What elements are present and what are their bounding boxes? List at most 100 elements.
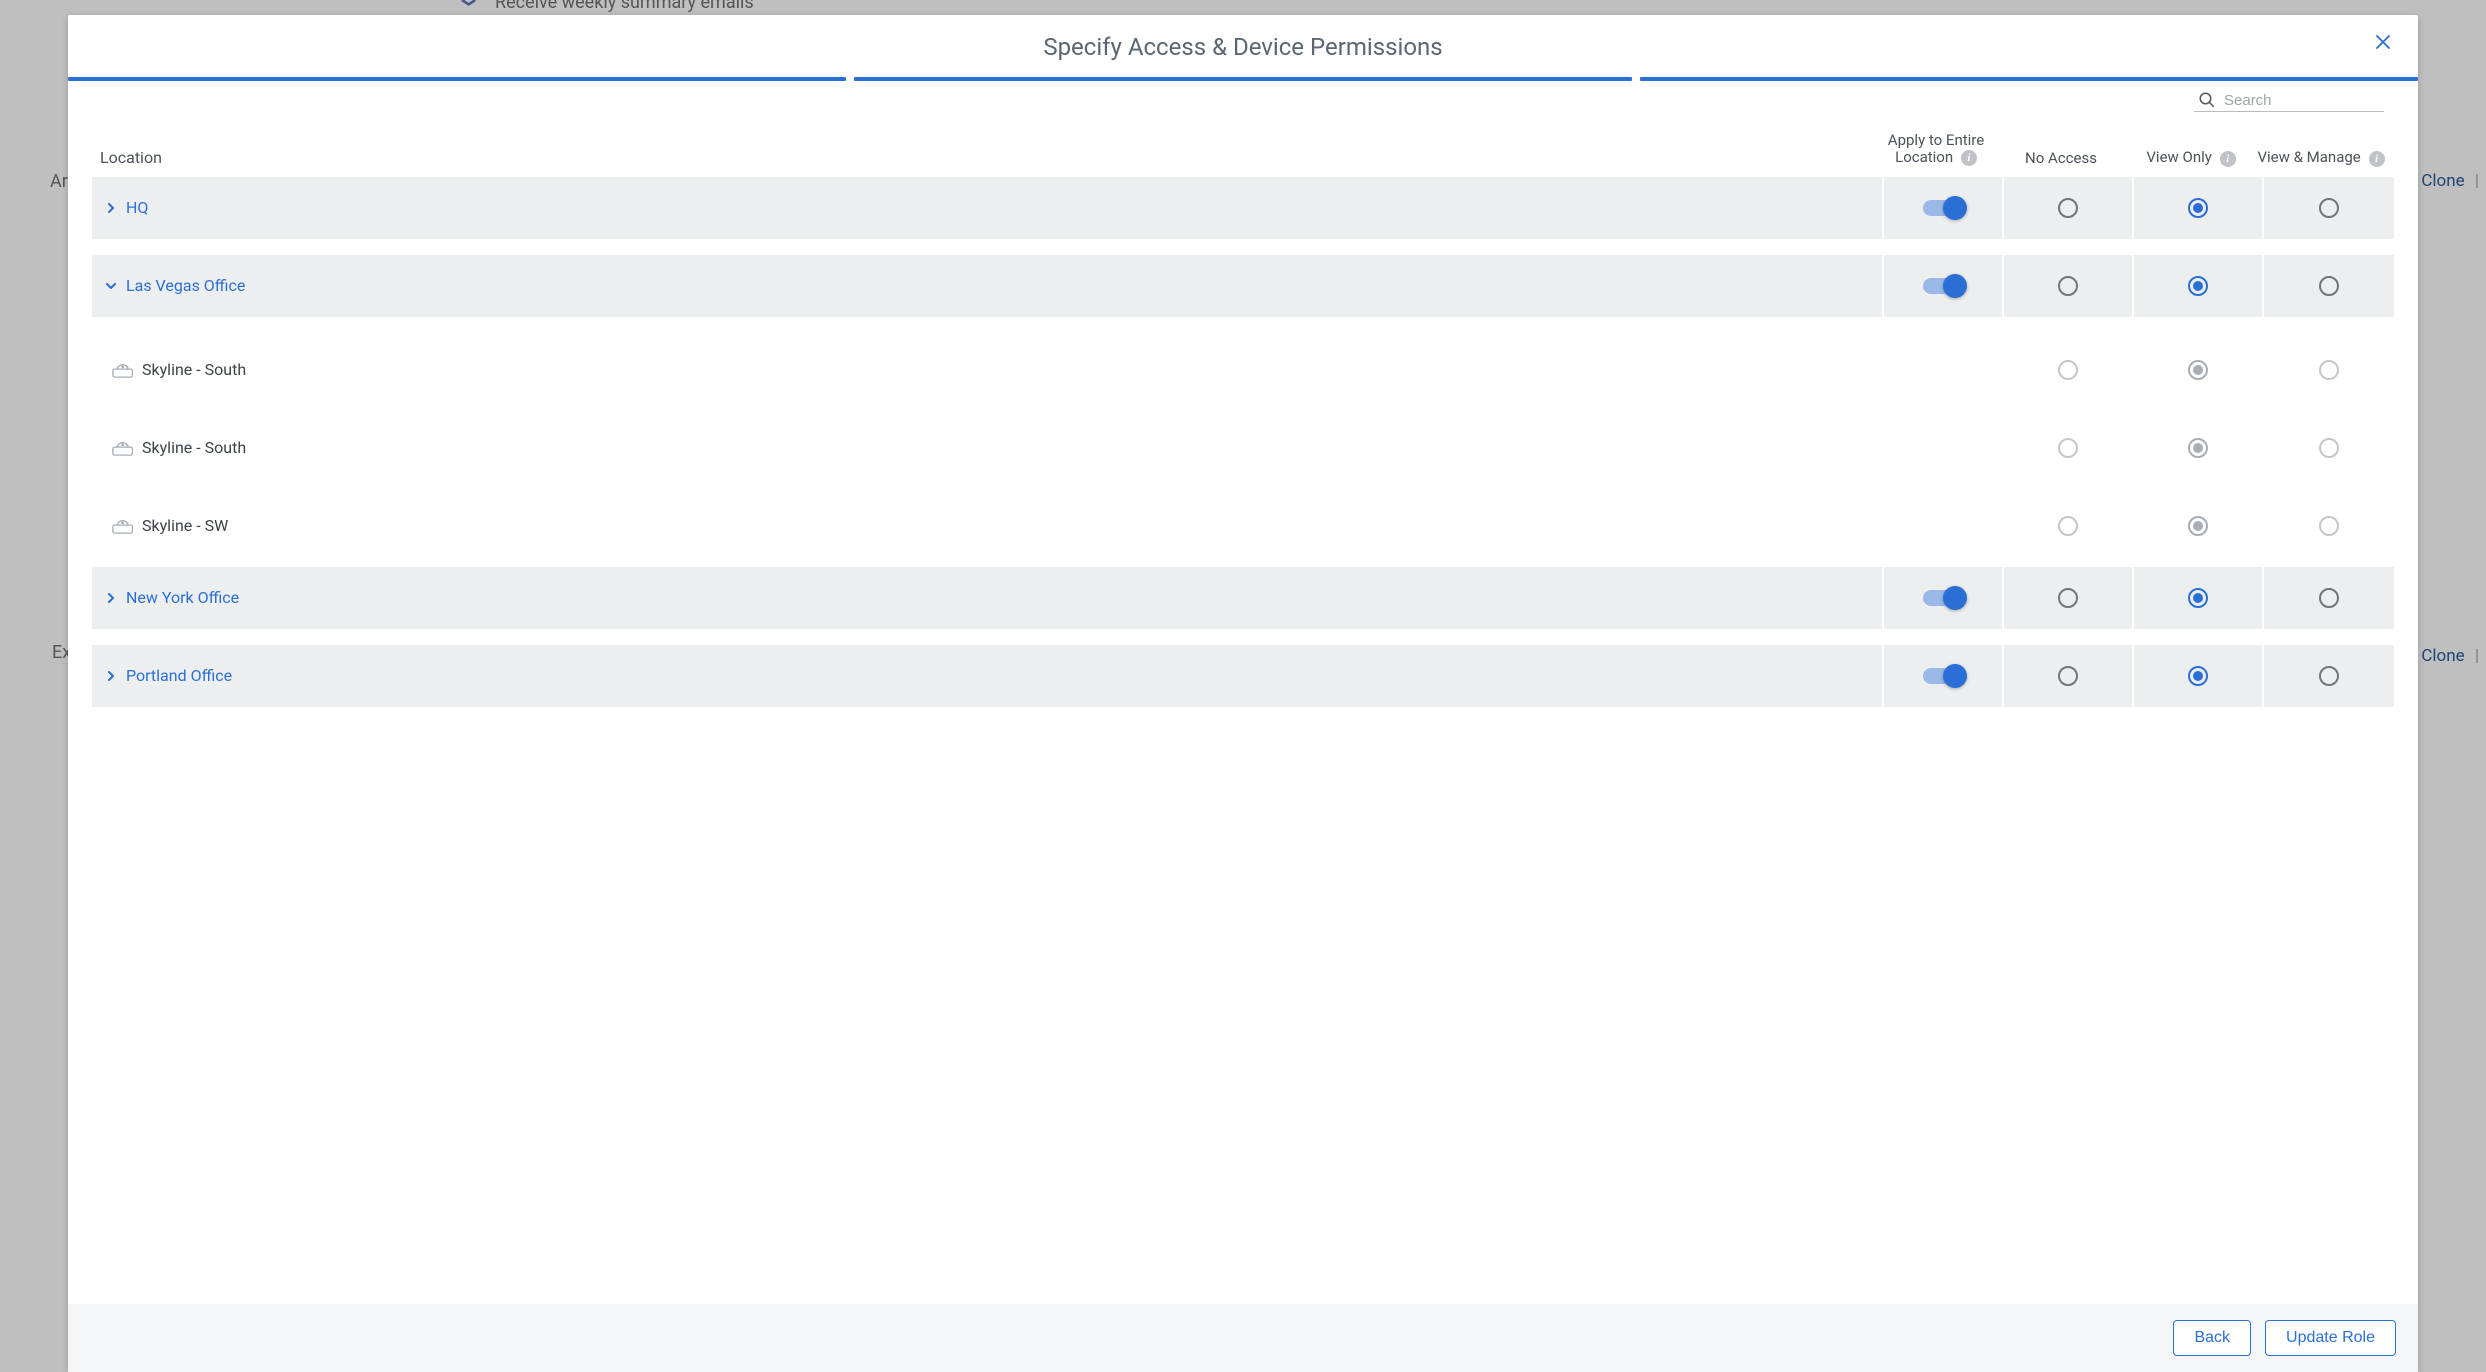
- no-access-radio: [2058, 360, 2078, 380]
- device-row: Skyline - South: [92, 333, 2394, 407]
- location-label[interactable]: HQ: [126, 198, 148, 217]
- row-main-cell: HQ: [92, 177, 1884, 239]
- view-only-cell: [2134, 333, 2264, 407]
- apply-entire-cell: [1884, 177, 2004, 239]
- view-only-radio: [2188, 360, 2208, 380]
- search-icon: [2198, 91, 2216, 109]
- progress-bar: [68, 63, 2418, 85]
- chevron-down-icon[interactable]: [104, 279, 118, 293]
- view-only-cell: [2134, 567, 2264, 629]
- apply-entire-cell: [1884, 411, 2004, 485]
- col-header-location: Location: [100, 148, 1876, 167]
- no-access-cell: [2004, 411, 2134, 485]
- no-access-cell: [2004, 177, 2134, 239]
- info-icon[interactable]: i: [2369, 151, 2385, 167]
- modal-header: Specify Access & Device Permissions: [68, 15, 2418, 63]
- apply-entire-toggle[interactable]: [1923, 200, 1963, 216]
- apply-entire-cell: [1884, 567, 2004, 629]
- chevron-right-icon[interactable]: [104, 201, 118, 215]
- device-row: Skyline - South: [92, 411, 2394, 485]
- view-only-cell: [2134, 255, 2264, 317]
- view-only-cell: [2134, 411, 2264, 485]
- row-main-cell: Skyline - SW: [92, 489, 1884, 563]
- update-role-button[interactable]: Update Role: [2265, 1320, 2396, 1356]
- apply-entire-cell: [1884, 333, 2004, 407]
- close-icon: [2374, 33, 2392, 51]
- no-access-cell: [2004, 255, 2134, 317]
- row-main-cell: Las Vegas Office: [92, 255, 1884, 317]
- row-main-cell: Portland Office: [92, 645, 1884, 707]
- view-only-radio[interactable]: [2188, 276, 2208, 296]
- col-header-view-manage: View & Manage i: [2256, 148, 2386, 166]
- chevron-right-icon[interactable]: [104, 591, 118, 605]
- search-box[interactable]: [2194, 89, 2384, 112]
- progress-segment-2: [854, 77, 1632, 81]
- view-only-cell: [2134, 489, 2264, 563]
- view-manage-radio[interactable]: [2319, 276, 2339, 296]
- view-only-radio[interactable]: [2188, 666, 2208, 686]
- view-only-radio: [2188, 516, 2208, 536]
- device-label: Skyline - South: [142, 438, 246, 457]
- progress-segment-1: [68, 77, 846, 81]
- permissions-table: Location Apply to Entire Location i No A…: [92, 116, 2394, 707]
- location-row: Portland Office: [92, 645, 2394, 707]
- no-access-radio[interactable]: [2058, 198, 2078, 218]
- view-only-radio: [2188, 438, 2208, 458]
- apply-entire-cell: [1884, 645, 2004, 707]
- col-header-no-access: No Access: [1996, 149, 2126, 167]
- no-access-radio: [2058, 438, 2078, 458]
- view-manage-cell: [2264, 489, 2394, 563]
- view-manage-radio: [2319, 516, 2339, 536]
- apply-entire-toggle[interactable]: [1923, 278, 1963, 294]
- col-header-apply: Apply to Entire Location i: [1876, 132, 1996, 167]
- col-header-view-only: View Only i: [2126, 148, 2256, 166]
- camera-icon: [112, 518, 134, 534]
- view-only-cell: [2134, 177, 2264, 239]
- location-label[interactable]: Las Vegas Office: [126, 276, 245, 295]
- no-access-radio[interactable]: [2058, 276, 2078, 296]
- view-manage-cell: [2264, 567, 2394, 629]
- view-manage-cell: [2264, 333, 2394, 407]
- location-row: HQ: [92, 177, 2394, 239]
- view-manage-cell: [2264, 411, 2394, 485]
- row-main-cell: New York Office: [92, 567, 1884, 629]
- chevron-right-icon[interactable]: [104, 669, 118, 683]
- apply-entire-cell: [1884, 489, 2004, 563]
- modal-footer: Back Update Role: [68, 1304, 2418, 1372]
- view-manage-radio[interactable]: [2319, 198, 2339, 218]
- no-access-radio[interactable]: [2058, 666, 2078, 686]
- info-icon[interactable]: i: [1961, 150, 1977, 166]
- location-label[interactable]: Portland Office: [126, 666, 232, 685]
- camera-icon: [112, 362, 134, 378]
- close-button[interactable]: [2374, 33, 2400, 59]
- apply-entire-toggle[interactable]: [1923, 590, 1963, 606]
- view-manage-radio: [2319, 360, 2339, 380]
- view-only-radio[interactable]: [2188, 588, 2208, 608]
- camera-icon: [112, 440, 134, 456]
- no-access-cell: [2004, 645, 2134, 707]
- view-manage-radio[interactable]: [2319, 588, 2339, 608]
- location-row: New York Office: [92, 567, 2394, 629]
- no-access-radio[interactable]: [2058, 588, 2078, 608]
- view-manage-cell: [2264, 177, 2394, 239]
- device-label: Skyline - SW: [142, 516, 228, 535]
- apply-entire-toggle[interactable]: [1923, 668, 1963, 684]
- search-input[interactable]: [2224, 92, 2364, 109]
- location-row: Las Vegas Office: [92, 255, 2394, 317]
- row-main-cell: Skyline - South: [92, 333, 1884, 407]
- view-only-radio[interactable]: [2188, 198, 2208, 218]
- no-access-cell: [2004, 567, 2134, 629]
- location-label[interactable]: New York Office: [126, 588, 239, 607]
- view-only-cell: [2134, 645, 2264, 707]
- back-button[interactable]: Back: [2173, 1320, 2251, 1356]
- no-access-cell: [2004, 333, 2134, 407]
- view-manage-cell: [2264, 645, 2394, 707]
- search-row: [92, 85, 2394, 116]
- no-access-radio: [2058, 516, 2078, 536]
- row-main-cell: Skyline - South: [92, 411, 1884, 485]
- device-label: Skyline - South: [142, 360, 246, 379]
- apply-entire-cell: [1884, 255, 2004, 317]
- info-icon[interactable]: i: [2220, 151, 2236, 167]
- view-manage-radio[interactable]: [2319, 666, 2339, 686]
- view-manage-cell: [2264, 255, 2394, 317]
